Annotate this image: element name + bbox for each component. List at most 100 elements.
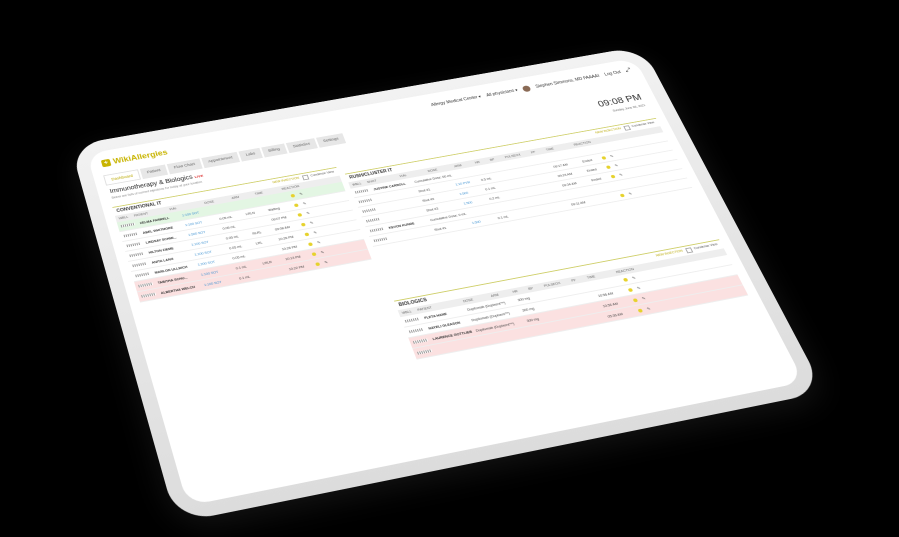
reaction-status-icon[interactable]	[307, 241, 313, 246]
time-value: 10:22 PM	[288, 264, 305, 271]
barcode-icon	[373, 237, 389, 243]
patient-name[interactable]	[437, 342, 475, 349]
dose-value: 0.5 mL	[480, 176, 493, 182]
edit-icon[interactable]: ✎	[614, 163, 619, 167]
status-value: Ended	[581, 158, 593, 163]
edit-icon[interactable]: ✎	[628, 191, 633, 196]
dose-value: 300 mg	[521, 306, 535, 313]
location-selector[interactable]: Allergy Medical Center ▾	[430, 95, 482, 108]
reaction-status-icon[interactable]	[610, 174, 616, 179]
reaction-status-icon[interactable]	[300, 222, 306, 227]
time-value: 09:34 AM	[561, 181, 578, 188]
status-value: Ended	[586, 167, 598, 173]
arm-value: LRL	[255, 240, 263, 246]
logout-link[interactable]: Log Out	[604, 70, 622, 77]
device-stage: + WikiAllergies Allergy Medical Center ▾…	[0, 0, 899, 537]
time-value	[567, 190, 592, 195]
edit-icon[interactable]: ✎	[618, 172, 623, 176]
vial-badge	[468, 209, 489, 213]
status-value	[600, 196, 615, 199]
arm-value	[249, 221, 267, 224]
arm-value	[242, 201, 259, 204]
barcode-icon	[135, 272, 151, 278]
dose-value: 0.1 mL	[497, 214, 509, 220]
reaction-status-icon[interactable]	[311, 251, 317, 256]
edit-icon[interactable]: ✎	[641, 296, 646, 301]
edit-icon[interactable]: ✎	[302, 201, 307, 206]
dose-value: 0.05 mL	[218, 214, 233, 221]
reaction-status-icon[interactable]	[601, 155, 607, 160]
status-value: Ended	[590, 176, 602, 182]
time-value: 10:56 AM	[601, 301, 619, 308]
app-screen: + WikiAllergies Allergy Medical Center ▾…	[86, 58, 805, 506]
user-name: Stephen Simmons, MD FAAAAI	[534, 73, 601, 90]
time-value: Waiting	[267, 206, 281, 212]
tablet-device: + WikiAllergies Allergy Medical Center ▾…	[70, 45, 826, 523]
edit-icon[interactable]: ✎	[324, 260, 329, 265]
reaction-status-icon[interactable]	[314, 261, 321, 266]
edit-icon[interactable]: ✎	[631, 275, 636, 280]
dose-value: 0.05 mL	[231, 254, 246, 260]
barcode-icon	[362, 207, 377, 213]
barcode-icon	[417, 349, 433, 355]
app-logo[interactable]: + WikiAllergies	[100, 148, 169, 167]
dose-value: 0.2 mL	[488, 195, 501, 201]
barcode-icon	[138, 282, 154, 288]
reaction-status-icon[interactable]	[293, 202, 299, 207]
reaction-status-icon[interactable]	[619, 193, 625, 198]
edit-icon[interactable]: ✎	[309, 220, 314, 225]
vial-badge: 1:500	[462, 200, 473, 206]
dose-value: 300 mg	[525, 316, 540, 323]
tab-labs[interactable]: Labs	[238, 147, 263, 162]
barcode-icon	[365, 217, 381, 223]
edit-icon[interactable]: ✎	[299, 192, 304, 197]
dose-value: 0.1 mL	[235, 264, 248, 270]
vial-badge	[451, 171, 472, 175]
time-value: 09:08 AM	[274, 225, 291, 232]
arm-value	[259, 250, 277, 253]
edit-icon[interactable]: ✎	[320, 250, 325, 255]
biologics-condense-checkbox[interactable]	[684, 247, 693, 254]
edit-icon[interactable]: ✎	[313, 230, 318, 235]
physician-selector[interactable]: All physicians ▾	[486, 88, 519, 98]
vial-badge: 1:100 SOT	[203, 279, 223, 287]
reaction-status-icon[interactable]	[297, 212, 303, 217]
barcode-icon	[408, 327, 424, 334]
edit-icon[interactable]: ✎	[316, 240, 321, 245]
edit-icon[interactable]: ✎	[636, 286, 641, 291]
edit-icon[interactable]: ✎	[609, 154, 614, 158]
barcode-icon	[354, 188, 370, 194]
vial-badge: 1:500	[458, 190, 469, 196]
barcode-icon	[126, 242, 142, 248]
logo-cross-icon: +	[100, 158, 112, 167]
conventional-condense-checkbox[interactable]	[301, 174, 309, 181]
rush-condense-checkbox[interactable]	[622, 125, 631, 131]
reaction-status-icon[interactable]	[637, 308, 643, 313]
time-value: 10:26 PM	[277, 234, 295, 241]
barcode-icon	[132, 262, 148, 268]
arm-value: LRLN	[245, 210, 256, 216]
barcode-icon	[369, 227, 385, 233]
edit-icon[interactable]: ✎	[646, 306, 651, 311]
dose-value: 0.05 mL	[228, 244, 243, 250]
edit-icon[interactable]: ✎	[306, 211, 311, 216]
barcode-icon	[129, 252, 145, 258]
reaction-status-icon[interactable]	[290, 193, 296, 198]
dose-value	[531, 327, 553, 331]
reaction-status-icon[interactable]	[632, 297, 638, 302]
time-value	[265, 197, 286, 201]
patient-name[interactable]	[393, 231, 430, 238]
dose-value	[494, 205, 515, 209]
barcode-icon	[358, 198, 373, 204]
reaction-status-icon[interactable]	[627, 287, 634, 292]
dose-value	[216, 205, 237, 209]
reaction-status-icon[interactable]	[622, 277, 629, 282]
fullscreen-icon[interactable]: ⤢	[625, 67, 633, 74]
barcode-icon	[412, 338, 429, 344]
status-value	[578, 150, 593, 153]
reaction-status-icon[interactable]	[605, 164, 611, 169]
dose-value: 0.1 mL	[484, 185, 497, 191]
dose-value: 300 mg	[516, 295, 531, 302]
time-value: 09:07 PM	[270, 215, 288, 222]
reaction-status-icon[interactable]	[304, 232, 310, 237]
